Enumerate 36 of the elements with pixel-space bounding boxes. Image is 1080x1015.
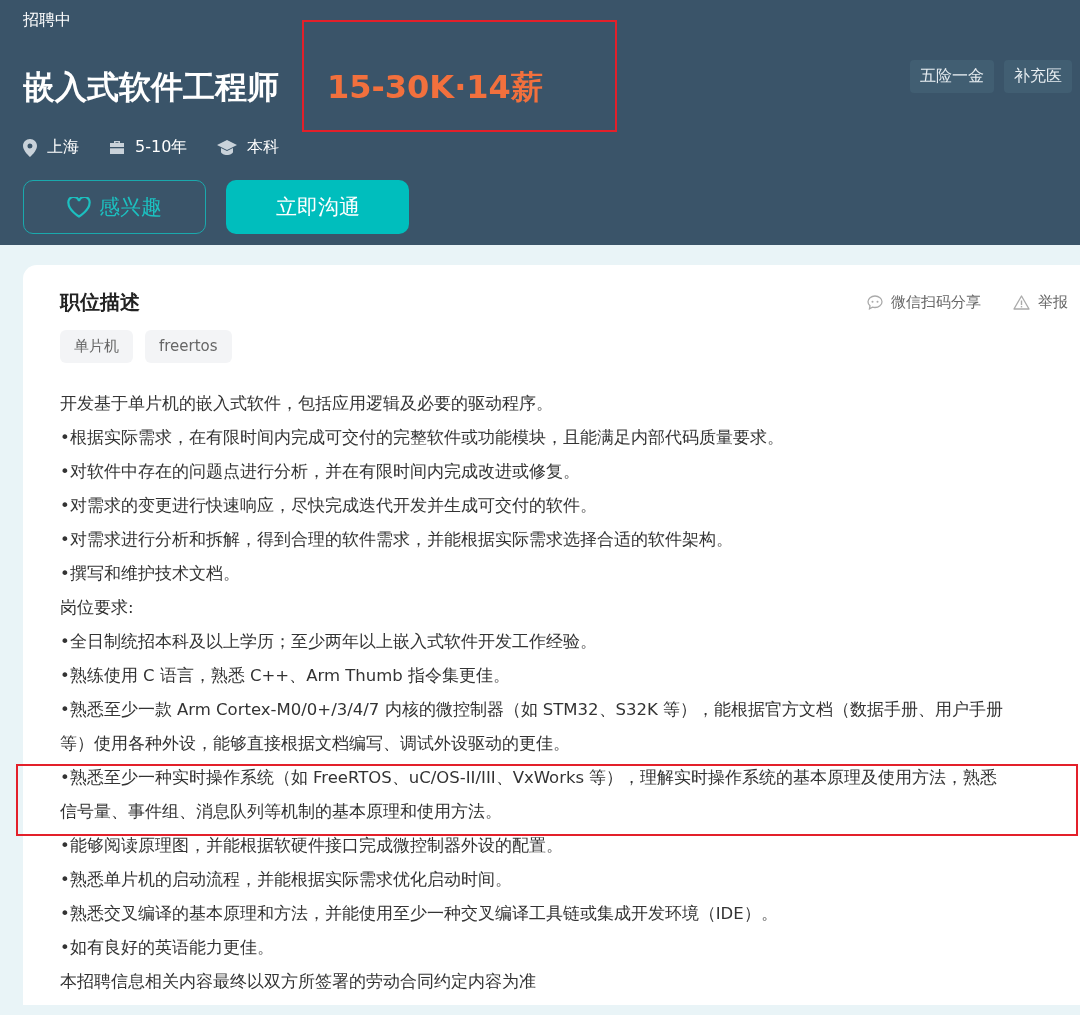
report-link[interactable]: 举报 — [1013, 293, 1068, 312]
description-text: •熟悉至少一种实时操作系统（如 FreeRTOS、uC/OS-II/III、VxWorks 等），理解实时操作系统的基本原理及使用方法，熟悉信号量、事件组、消息队列等机制的基本原理和使用方法。 — [60, 767, 999, 823]
description-text: •根据实际需求，在有限时间内完成可交付的完整软件或功能模块，且能满足内部代码质量要求。 — [60, 427, 785, 449]
description-text: •对需求进行分析和拆解，得到合理的软件需求，并能根据实际需求选择合适的软件架构。 — [60, 529, 734, 551]
meta-text: 本科 — [247, 137, 280, 158]
description-text: 本招聘信息相关内容最终以双方所签署的劳动合同约定内容为准 — [60, 971, 537, 993]
benefit-tag: 五险一金 — [910, 60, 994, 93]
description-text: •如有良好的英语能力更佳。 — [60, 937, 275, 959]
heart-icon — [67, 196, 91, 218]
meta-text: 5-10年 — [135, 137, 188, 158]
description-text: •能够阅读原理图，并能根据软硬件接口完成微控制器外设的配置。 — [60, 835, 564, 857]
description-text: 岗位要求: — [60, 597, 135, 619]
description-text: •熟悉交叉编译的基本原理和方法，并能使用至少一种交叉编译工具链或集成开发环境（IDE）。 — [60, 903, 779, 925]
section-title: 职位描述 — [60, 289, 140, 316]
interest-button[interactable]: 感兴趣 — [23, 180, 206, 234]
briefcase-icon — [109, 140, 125, 155]
skill-tag: 单片机 — [60, 330, 133, 363]
share-link[interactable]: 微信扫码分享 — [867, 293, 981, 312]
description-text: •对软件中存在的问题点进行分析，并在有限时间内完成改进或修复。 — [60, 461, 581, 483]
salary-text: 15-30K·14薪 — [327, 67, 543, 108]
skill-tag: freertos — [145, 330, 232, 363]
job-title: 嵌入式软件工程师 — [23, 67, 279, 108]
location-pin-icon — [23, 138, 37, 157]
description-text: •撰写和维护技术文档。 — [60, 563, 241, 585]
description-text: •熟练使用 C 语言，熟悉 C++、Arm Thumb 指令集更佳。 — [60, 665, 512, 687]
meta-text: 上海 — [47, 137, 79, 158]
graduation-cap-icon — [217, 140, 238, 155]
warning-icon — [1013, 295, 1030, 310]
chat-bubble-icon — [867, 295, 883, 310]
description-text: •熟悉至少一款 Arm Cortex-M0/0+/3/4/7 内核的微控制器（如 STM32、S32K 等），能根据官方文档（数据手册、用户手册等）使用各种外设，能够直接根据文档编写、调试外设驱动的更佳。 — [60, 699, 1005, 755]
description-text: •熟悉单片机的启动流程，并能根据实际需求优化启动时间。 — [60, 869, 513, 891]
description-text: •对需求的变更进行快速响应，尽快完成迭代开发并生成可交付的软件。 — [60, 495, 598, 517]
description-text: •全日制统招本科及以上学历；至少两年以上嵌入式软件开发工作经验。 — [60, 631, 598, 653]
status-label: 招聘中 — [23, 10, 71, 31]
description-text: 开发基于单片机的嵌入式软件，包括应用逻辑及必要的驱动程序。 — [60, 393, 554, 415]
benefit-tag: 补充医 — [1004, 60, 1072, 93]
